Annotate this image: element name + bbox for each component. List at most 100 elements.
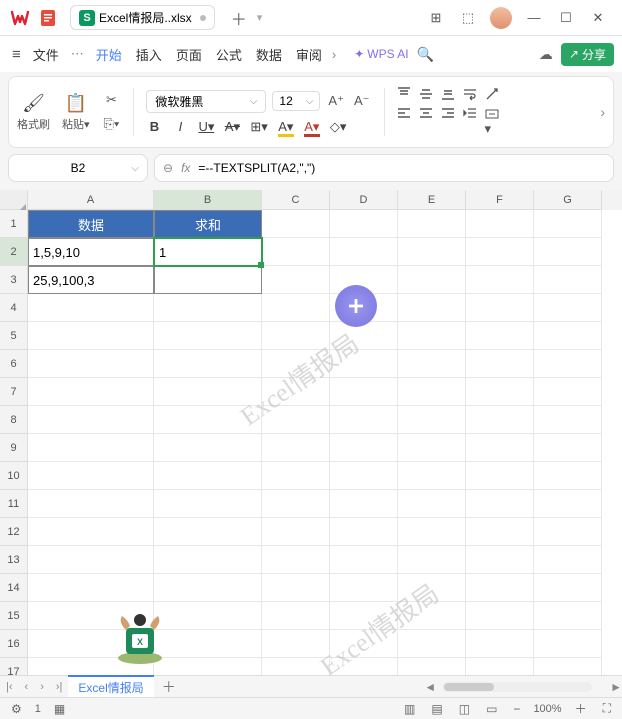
cell[interactable] [262,294,330,322]
new-tab-button[interactable]: ＋ [225,4,253,32]
minimize-button[interactable]: — [518,4,550,32]
cell[interactable] [466,518,534,546]
status-settings-icon[interactable]: ⚙ [8,702,25,716]
cell[interactable] [534,266,602,294]
cell[interactable] [154,350,262,378]
cell[interactable] [398,238,466,266]
cell[interactable] [28,294,154,322]
copy-icon[interactable]: ⎘▾ [102,116,122,132]
cell[interactable] [398,350,466,378]
wrap-text-icon[interactable] [463,87,477,101]
cell[interactable] [262,238,330,266]
cell[interactable] [398,266,466,294]
merge-cells-icon[interactable]: ▾ [485,107,499,137]
cell[interactable] [398,294,466,322]
cell[interactable] [262,546,330,574]
cell[interactable] [262,518,330,546]
tab-menu-chevron[interactable]: ▾ [257,11,263,24]
row-header[interactable]: 7 [0,378,28,406]
row-header[interactable]: 13 [0,546,28,574]
cell[interactable] [154,322,262,350]
increase-font-icon[interactable]: A⁺ [326,93,346,109]
col-header[interactable]: D [330,190,398,210]
status-grid-icon[interactable]: ▦ [51,702,68,716]
cell[interactable] [330,546,398,574]
layout-icon[interactable]: ⊞ [420,4,452,32]
cell[interactable] [262,574,330,602]
cell[interactable] [398,574,466,602]
hscroll-right[interactable]: ► [610,680,622,694]
sheet-tab-active[interactable]: Excel情报局 [68,675,153,698]
cell[interactable] [262,434,330,462]
decrease-font-icon[interactable]: A⁻ [352,93,372,109]
cell[interactable] [534,210,602,238]
cell[interactable] [466,546,534,574]
cell[interactable] [154,546,262,574]
cell[interactable] [466,658,534,675]
sheet-nav-next[interactable]: › [34,681,50,693]
cell[interactable] [262,462,330,490]
cell[interactable] [330,210,398,238]
cube-icon[interactable]: ⬚ [452,4,484,32]
cell[interactable] [534,434,602,462]
menu-more[interactable]: ⋯ [67,46,88,62]
maximize-button[interactable]: ☐ [550,4,582,32]
view-normal-icon[interactable]: ▥ [401,702,418,716]
menu-file[interactable]: 文件 [27,41,65,68]
cell[interactable] [398,490,466,518]
cell[interactable] [534,602,602,630]
cell[interactable] [534,462,602,490]
cell[interactable] [398,406,466,434]
document-tab[interactable]: S Excel情报局..xlsx [70,5,215,30]
cell[interactable] [398,210,466,238]
name-box[interactable]: B2 ⌵ [8,154,148,182]
cell[interactable] [466,210,534,238]
cell[interactable] [330,322,398,350]
hscroll-left[interactable]: ◄ [424,680,436,694]
underline-icon[interactable]: U▾ [198,119,214,135]
font-size-select[interactable]: 12⌵ [272,91,320,111]
col-header[interactable]: A [28,190,154,210]
col-header[interactable]: C [262,190,330,210]
cell[interactable] [534,518,602,546]
cell[interactable] [330,406,398,434]
cell[interactable] [398,658,466,675]
orientation-icon[interactable] [485,87,499,101]
cell[interactable] [28,378,154,406]
cell[interactable] [262,266,330,294]
bold-icon[interactable]: B [146,119,162,134]
cell[interactable] [466,322,534,350]
fullscreen-icon[interactable]: ⛶ [600,701,614,716]
strike-icon[interactable]: A▾ [224,119,240,135]
zoom-out-button[interactable]: − [510,702,523,716]
formula-input[interactable]: =--TEXTSPLIT(A2,",") [198,161,605,175]
cell[interactable] [28,518,154,546]
cell[interactable] [398,602,466,630]
row-header[interactable]: 17 [0,658,28,675]
select-all-corner[interactable] [0,190,28,210]
cell[interactable] [28,406,154,434]
cell-a1[interactable]: 数据 [28,210,154,238]
row-header[interactable]: 6 [0,350,28,378]
share-button[interactable]: ↗分享 [561,43,614,66]
cell[interactable] [262,490,330,518]
italic-icon[interactable]: I [172,119,188,134]
align-right-icon[interactable] [441,107,455,137]
row-header[interactable]: 12 [0,518,28,546]
formula-bar[interactable]: ⊖ fx =--TEXTSPLIT(A2,",") [154,154,614,182]
row-header[interactable]: 11 [0,490,28,518]
cell-a3[interactable]: 25,9,100,3 [28,266,154,294]
app-logo-w[interactable] [8,6,32,30]
row-header[interactable]: 15 [0,602,28,630]
menu-tab-insert[interactable]: 插入 [130,41,168,68]
cell[interactable] [28,546,154,574]
cell[interactable] [154,574,262,602]
fill-color-icon[interactable]: A▾ [278,119,294,135]
row-header[interactable]: 2 [0,238,28,266]
ribbon-expand-chevron[interactable]: › [600,104,605,120]
cell[interactable] [28,350,154,378]
cell[interactable] [330,462,398,490]
view-reading-icon[interactable]: ▭ [483,702,500,716]
cell-b2-active[interactable]: 1 [154,238,262,266]
cell[interactable] [534,546,602,574]
